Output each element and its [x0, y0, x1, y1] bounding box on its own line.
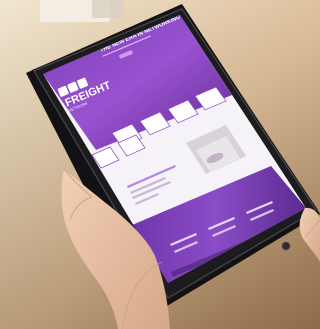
home-button [281, 241, 291, 251]
blurred-object [92, 0, 124, 18]
photo-scene: THE NEW ERA IN NETWORKING FREIGHT NETWOR… [0, 0, 320, 329]
photo-svg: THE NEW ERA IN NETWORKING FREIGHT NETWOR… [0, 0, 320, 329]
